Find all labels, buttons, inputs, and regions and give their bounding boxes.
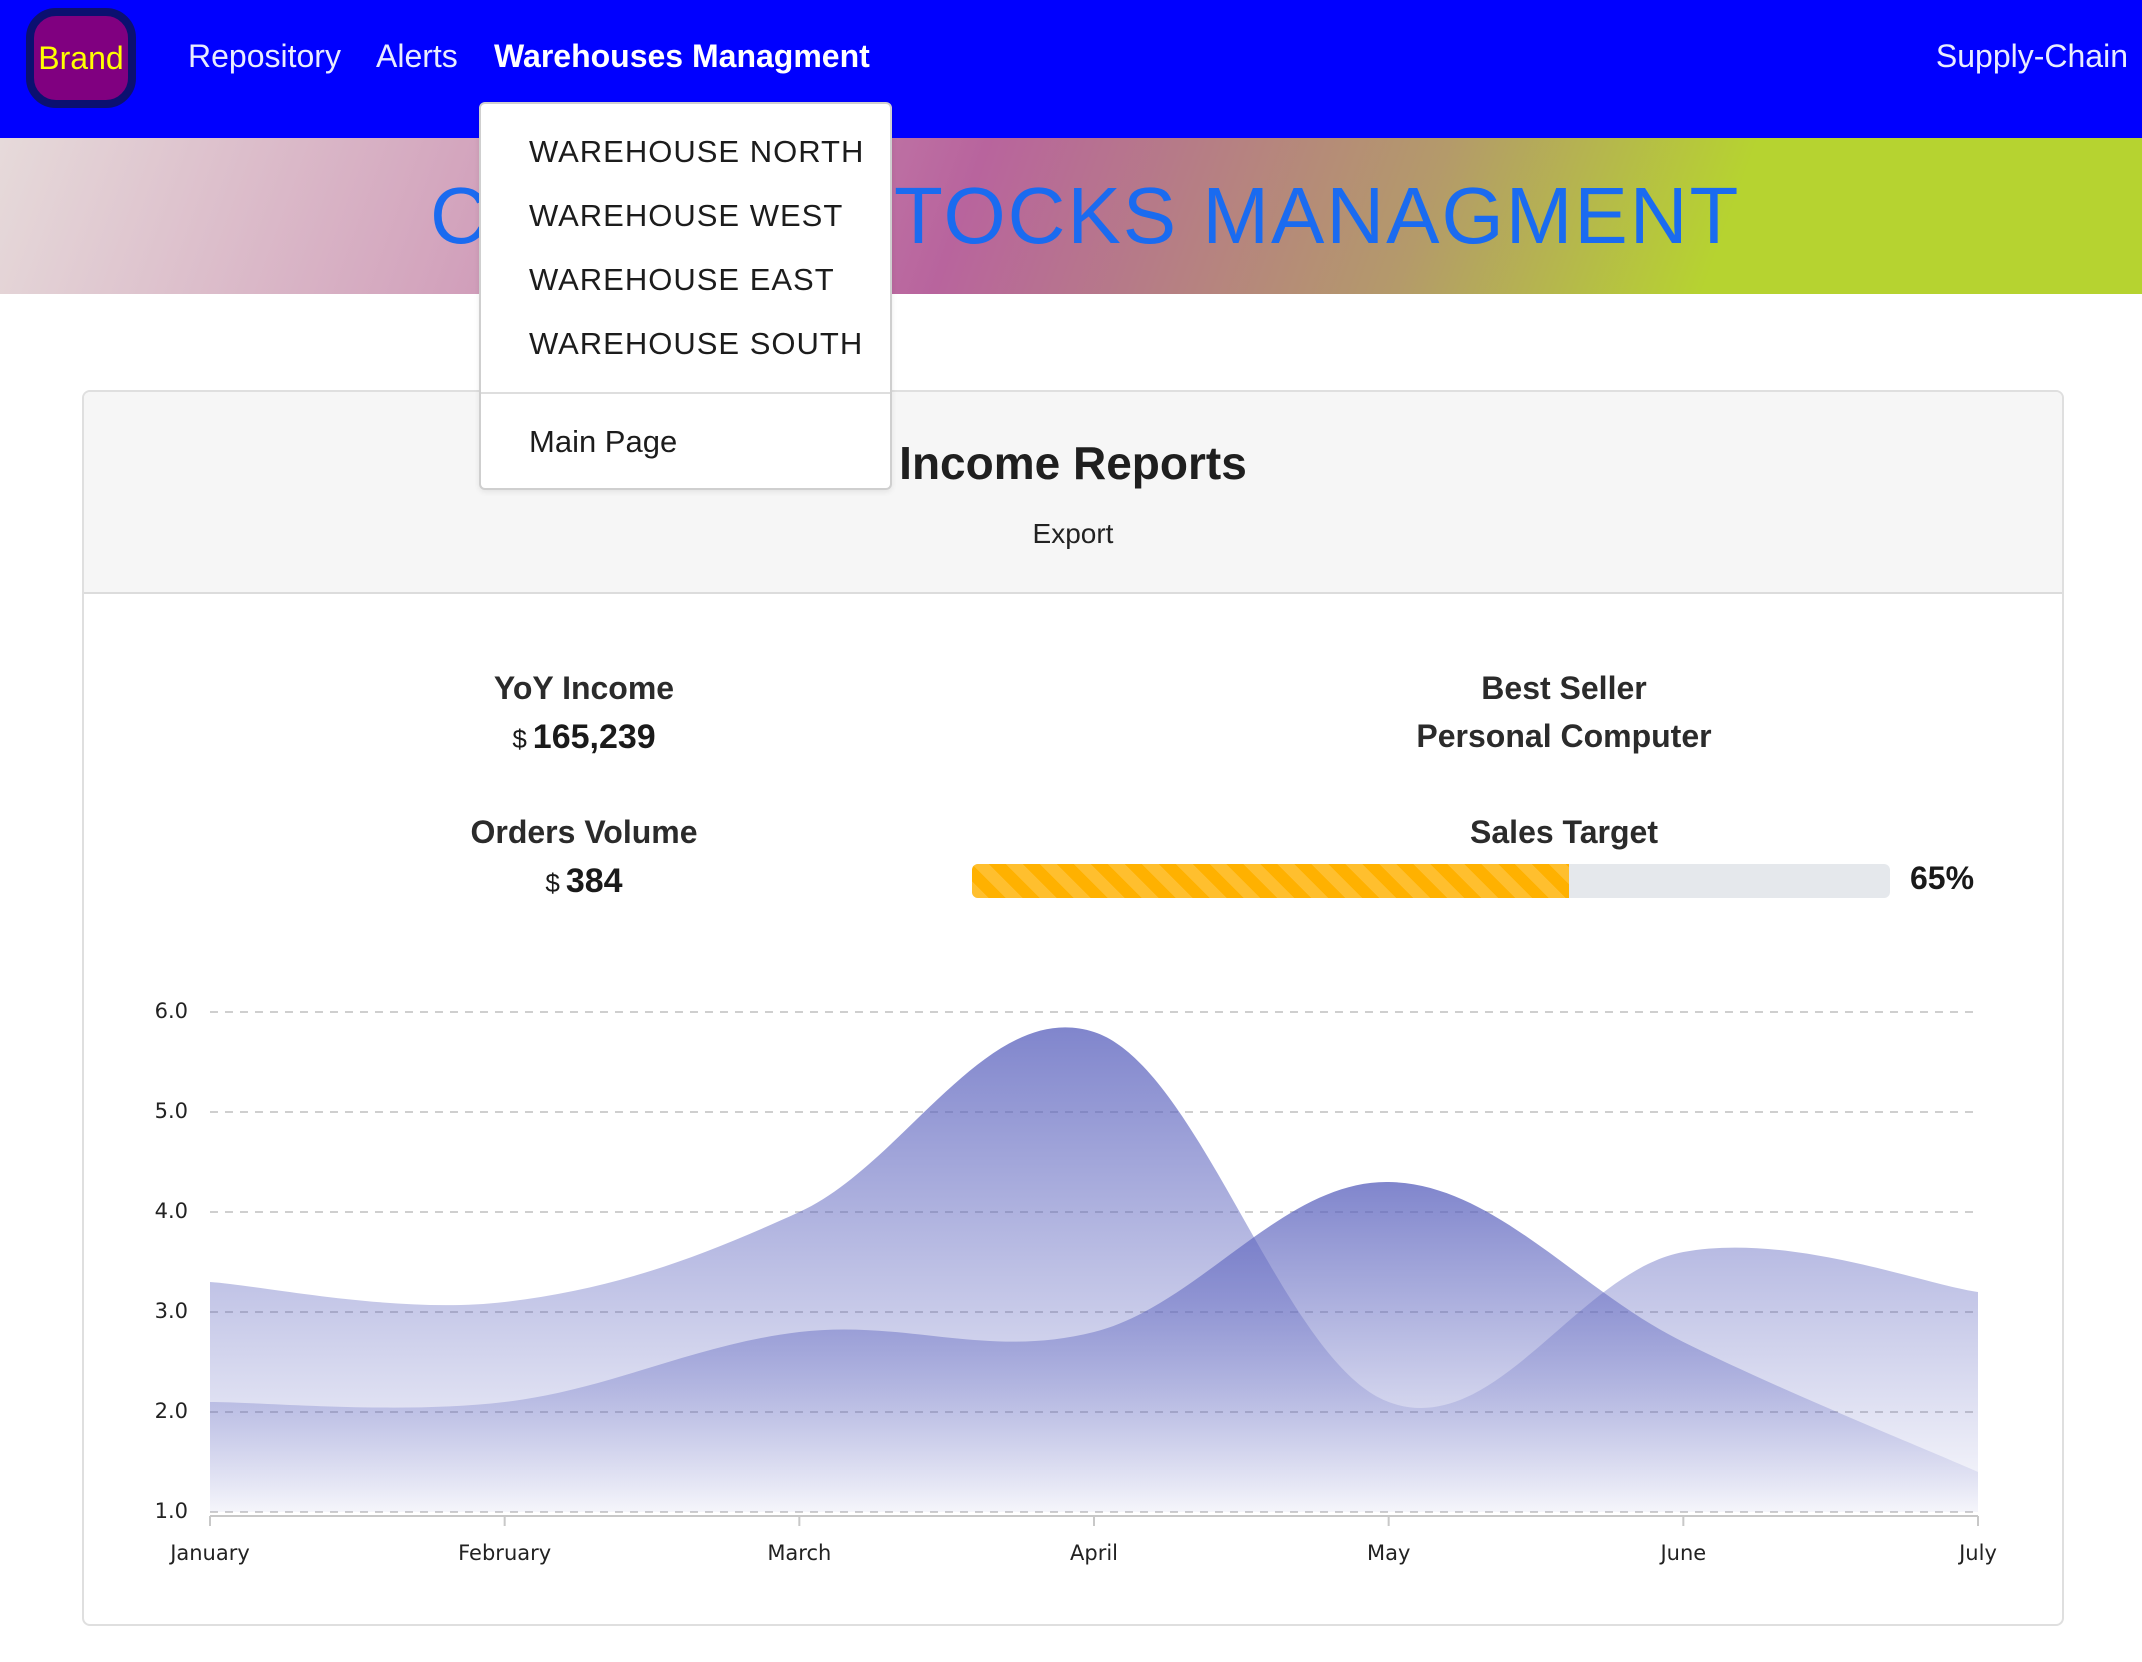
- hero-banner: CENTRAL STOCKS MANAGMENT: [0, 138, 2142, 294]
- y-tick-label: 5.0: [155, 1099, 188, 1123]
- dropdown-item-warehouse-south[interactable]: WAREHOUSE SOUTH: [529, 326, 863, 362]
- dropdown-item-warehouse-north[interactable]: WAREHOUSE NORTH: [529, 134, 864, 170]
- nav-link-supply-chain[interactable]: Supply-Chain: [1936, 34, 2128, 78]
- x-tick-label: March: [767, 1541, 831, 1565]
- chart-areas: [210, 1027, 1978, 1512]
- nav-link-alerts[interactable]: Alerts: [376, 34, 458, 78]
- income-report-card: Income Reports Export YoY Income $165,23…: [82, 390, 2064, 1626]
- x-tick-label: June: [1658, 1541, 1706, 1565]
- x-tick-label: February: [458, 1541, 551, 1565]
- y-tick-label: 4.0: [155, 1199, 188, 1223]
- y-tick-label: 1.0: [155, 1499, 188, 1523]
- dropdown-divider: [481, 392, 890, 394]
- x-tick-label: April: [1070, 1541, 1118, 1565]
- y-tick-label: 3.0: [155, 1299, 188, 1323]
- y-tick-label: 6.0: [155, 999, 188, 1023]
- dropdown-item-warehouse-west[interactable]: WAREHOUSE WEST: [529, 198, 843, 234]
- brand-logo[interactable]: Brand: [26, 8, 136, 108]
- dropdown-item-warehouse-east[interactable]: WAREHOUSE EAST: [529, 262, 835, 298]
- x-tick-label: January: [168, 1541, 250, 1565]
- income-area-chart: 1.0 2.0 3.0 4.0 5.0 6.0 January February March Ap…: [155, 999, 1997, 1565]
- y-tick-label: 2.0: [155, 1399, 188, 1423]
- dropdown-item-main-page[interactable]: Main Page: [529, 424, 677, 460]
- x-tick-label: July: [1957, 1541, 1997, 1565]
- x-tick-label: May: [1367, 1541, 1410, 1565]
- top-navbar: Brand Repository Alerts Warehouses Manag…: [0, 0, 2142, 138]
- warehouses-dropdown-menu: WAREHOUSE NORTH WAREHOUSE WEST WAREHOUSE…: [479, 102, 892, 490]
- nav-link-warehouses-management[interactable]: Warehouses Managment: [494, 34, 870, 78]
- nav-link-repository[interactable]: Repository: [188, 34, 341, 78]
